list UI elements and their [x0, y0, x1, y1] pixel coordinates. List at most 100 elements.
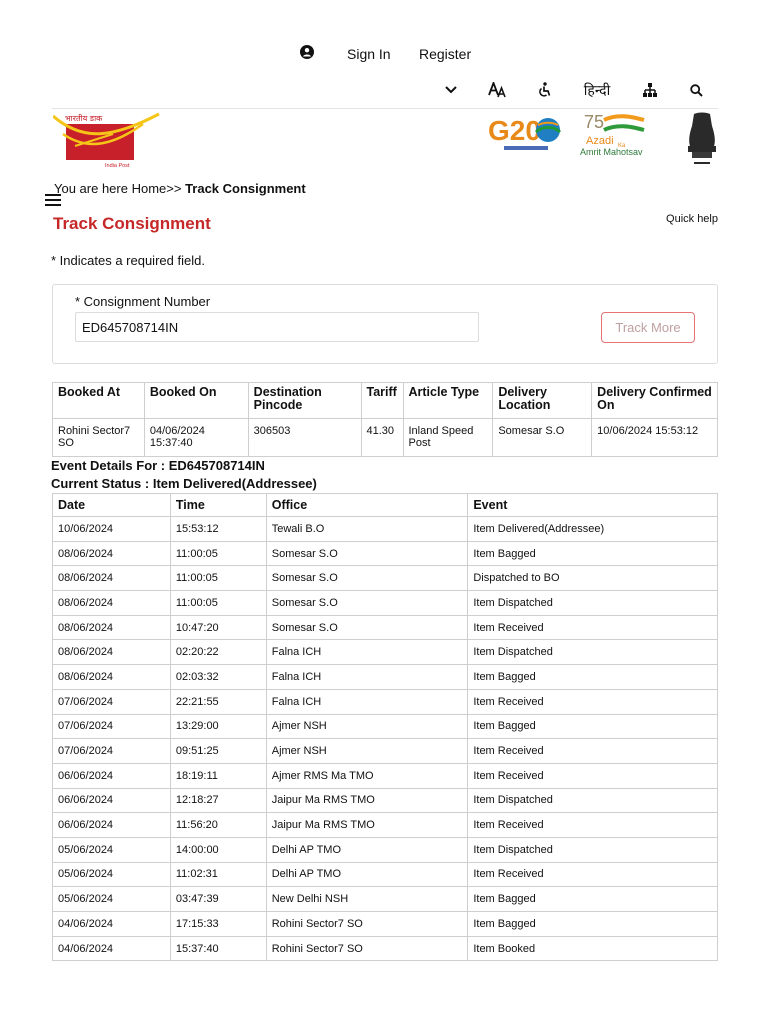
page-title: Track Consignment	[53, 214, 211, 233]
india-post-english-text: India Post	[105, 163, 130, 169]
table-row: 06/06/2024 12:18:27 Jaipur Ma RMS TMO Item …	[52, 787, 718, 814]
consignment-form: * Consignment Number Track More	[52, 284, 718, 364]
tariff-value: 41.30	[360, 418, 404, 457]
event-time: 11:00:05	[169, 590, 267, 616]
event-name: Item Delivered(Addressee)	[467, 516, 718, 542]
table-row: 04/06/2024 15:37:40 Rohini Sector7 SO Item …	[52, 935, 718, 962]
article-type-value: Inland Speed Post	[402, 418, 494, 457]
table-row: 07/06/2024 09:51:25 Ajmer NSH Item Received	[52, 738, 718, 764]
accessibility-icon[interactable]	[535, 80, 553, 100]
event-office: Falna ICH	[265, 639, 469, 666]
event-date: 07/06/2024	[52, 713, 171, 740]
event-date: 08/06/2024	[52, 664, 171, 690]
event-time: 14:00:00	[169, 836, 267, 863]
event-office: Jaipur Ma RMS TMO	[265, 787, 469, 814]
header-destination-pincode: Destination Pincode	[247, 382, 362, 419]
india-post-logo[interactable]: भारतीय डाक India Post	[52, 112, 161, 170]
booking-summary-table: Booked At Booked On Destination Pincode …	[52, 382, 718, 457]
event-office: Jaipur Ma RMS TMO	[265, 812, 469, 838]
event-name: Item Bagged	[467, 540, 718, 567]
breadcrumb-prefix[interactable]: You are here Home>>	[54, 181, 185, 196]
event-name: Item Bagged	[467, 886, 718, 912]
event-office: Delhi AP TMO	[265, 836, 469, 863]
event-time: 22:21:55	[169, 688, 267, 715]
event-office: Rohini Sector7 SO	[265, 911, 469, 937]
event-name: Item Received	[467, 762, 718, 789]
event-office: Delhi AP TMO	[265, 861, 469, 888]
event-date: 08/06/2024	[52, 565, 171, 592]
search-icon[interactable]	[688, 80, 704, 100]
consignment-number-label: * Consignment Number	[75, 294, 211, 309]
event-name: Item Received	[467, 614, 718, 641]
hindi-language-toggle[interactable]: हिन्दी	[580, 80, 614, 100]
table-row: 05/06/2024 14:00:00 Delhi AP TMO Item Dispa…	[52, 836, 718, 863]
event-office: Ajmer NSH	[265, 738, 469, 764]
event-date: 05/06/2024	[52, 861, 171, 888]
event-date: 06/06/2024	[52, 762, 171, 789]
event-time: 17:15:33	[169, 911, 267, 937]
table-row: 10/06/2024 15:53:12 Tewali B.O Item Deliver…	[52, 516, 718, 542]
delivery-confirmed-on-value: 10/06/2024 15:53:12	[591, 418, 718, 457]
event-time: 11:56:20	[169, 812, 267, 838]
event-office: Falna ICH	[265, 664, 469, 690]
table-row: 07/06/2024 13:29:00 Ajmer NSH Item Bagged	[52, 713, 718, 740]
event-date: 08/06/2024	[52, 614, 171, 641]
event-date: 05/06/2024	[52, 886, 171, 912]
event-date: 04/06/2024	[52, 911, 171, 937]
event-date: 10/06/2024	[52, 516, 171, 542]
event-date: 06/06/2024	[52, 787, 171, 814]
font-size-icon[interactable]	[487, 80, 509, 100]
track-more-button[interactable]: Track More	[601, 312, 695, 343]
quick-help-link[interactable]: Quick help	[666, 213, 718, 225]
header-booked-at: Booked At	[52, 382, 145, 419]
event-office: New Delhi NSH	[265, 886, 469, 912]
summary-header-row: Booked At Booked On Destination Pincode …	[52, 382, 718, 419]
event-details-heading: Event Details For : ED645708714IN	[51, 458, 265, 473]
header-delivery-confirmed-on: Delivery Confirmed On	[591, 382, 718, 419]
table-row: 08/06/2024 11:00:05 Somesar S.O Item Dispat…	[52, 590, 718, 616]
sign-in-link[interactable]: Sign In	[347, 46, 391, 62]
table-row: 04/06/2024 17:15:33 Rohini Sector7 SO Item …	[52, 911, 718, 937]
event-office: Somesar S.O	[265, 565, 469, 592]
event-time: 02:20:22	[169, 639, 267, 666]
header-office: Office	[265, 493, 469, 517]
event-time: 10:47:20	[169, 614, 267, 641]
register-link[interactable]: Register	[419, 46, 471, 62]
event-time: 12:18:27	[169, 787, 267, 814]
event-name: Item Received	[467, 861, 718, 888]
required-field-note: * Indicates a required field.	[51, 253, 205, 268]
event-time: 09:51:25	[169, 738, 267, 764]
event-name: Item Bagged	[467, 911, 718, 937]
header-tariff: Tariff	[360, 382, 404, 419]
hamburger-menu-icon[interactable]	[45, 194, 61, 207]
events-body: 10/06/2024 15:53:12 Tewali B.O Item Deliver…	[52, 516, 718, 962]
consignment-number-input[interactable]	[75, 312, 479, 342]
current-status-heading: Current Status : Item Delivered(Addresse…	[51, 476, 317, 491]
event-office: Somesar S.O	[265, 614, 469, 641]
event-time: 13:29:00	[169, 713, 267, 740]
azadi-ka-amrit-mahotsav-logo[interactable]: 75 Azadi Ka Amrit Mahotsav	[580, 110, 660, 158]
event-date: 06/06/2024	[52, 812, 171, 838]
event-office: Tewali B.O	[265, 516, 469, 542]
header-date: Date	[52, 493, 171, 517]
table-row: 05/06/2024 11:02:31 Delhi AP TMO Item Recei…	[52, 861, 718, 888]
table-row: 08/06/2024 11:00:05 Somesar S.O Dispatched …	[52, 565, 718, 592]
event-name: Item Dispatched	[467, 836, 718, 863]
chevron-down-icon[interactable]	[442, 80, 460, 100]
event-office: Somesar S.O	[265, 590, 469, 616]
events-header-row: Date Time Office Event	[52, 493, 718, 517]
header-booked-on: Booked On	[143, 382, 249, 419]
event-name: Item Booked	[467, 935, 718, 962]
event-time: 18:19:11	[169, 762, 267, 789]
event-office: Falna ICH	[265, 688, 469, 715]
user-circle-icon[interactable]	[300, 45, 314, 59]
event-office: Ajmer NSH	[265, 713, 469, 740]
event-office: Rohini Sector7 SO	[265, 935, 469, 962]
event-name: Item Dispatched	[467, 787, 718, 814]
top-nav: Sign In Register	[0, 44, 768, 64]
breadcrumb-current: Track Consignment	[185, 181, 306, 196]
g20-logo[interactable]: G20	[486, 112, 564, 154]
sitemap-icon[interactable]	[641, 80, 659, 100]
event-date: 07/06/2024	[52, 738, 171, 764]
event-office: Somesar S.O	[265, 540, 469, 567]
